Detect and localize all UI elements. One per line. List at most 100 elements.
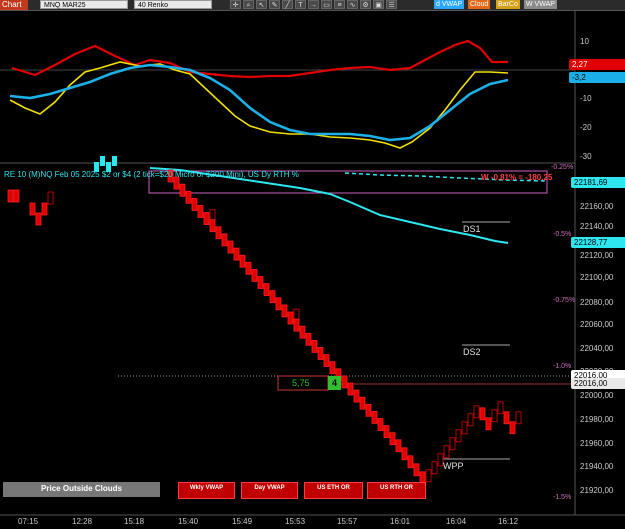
vwap-main-line [149,167,509,244]
price-label: 21960,00 [580,439,614,448]
renko-down-brick [359,396,366,410]
renko-down-brick [245,261,252,275]
line-icon[interactable]: ╱ [282,0,293,9]
renko-down-brick [185,190,192,204]
renko-down-brick [407,455,414,469]
osc-axis-m20: -20 [580,123,592,132]
renko-up-brick [431,461,438,475]
pct-level-15: -1.5% [553,494,572,501]
renko-up-brick [443,445,450,459]
wkly-vwap-button[interactable]: Wkly VWAP [178,482,235,499]
renko-down-brick [203,212,210,226]
oscillator-yellow-line [9,61,509,149]
chart-menu-button[interactable]: Chart [0,0,28,10]
time-label: 15:49 [232,517,253,526]
instrument-select[interactable]: MNQ MAR25 [40,0,128,9]
renko-down-brick [287,311,294,325]
renko-down-brick [239,254,246,268]
price-panel-header: RE 10 (M)NQ Feb 05 2025 $2 or $4 (2 tick… [4,170,299,179]
price-label: 22160,00 [580,202,614,211]
pointer-icon[interactable]: ↖ [256,0,267,9]
vwap-mid-tag: 22128,77 [571,237,625,248]
renko-down-brick [221,233,228,247]
renko-down-brick [191,197,198,211]
cloud-toggle[interactable]: Cloud [468,0,491,9]
fib-icon[interactable]: ≡ [334,0,345,9]
pct-level-025: -0.25% [551,164,574,171]
renko-down-brick [197,205,204,218]
renko-down-brick [317,347,324,360]
weekly-pct-tag: W -0.81% = -180.25 [481,173,553,182]
renko-up-brick [47,191,54,205]
text-icon[interactable]: T [295,0,306,9]
time-label: 15:18 [124,517,145,526]
osc-axis-10: 10 [580,37,589,46]
renko-down-brick [479,407,486,421]
price-label: 22000,00 [580,391,614,400]
renko-down-brick [509,421,516,435]
template-icon[interactable]: ▣ [373,0,384,9]
order-quantity[interactable]: 5,75 [292,378,310,388]
ds2-label: DS2 [463,347,481,357]
chart-canvas[interactable] [0,10,625,529]
renko-cyan-brick [100,156,105,166]
renko-down-brick [227,240,234,254]
crosshair-icon[interactable]: ✛ [230,0,241,9]
last-price-tag-2: 22016,00 [571,378,625,389]
renko-down-brick [263,283,270,297]
renko-up-brick [455,429,462,443]
renko-up-brick [449,437,456,451]
draw-icon[interactable]: ✎ [269,0,280,9]
renko-down-brick [341,375,348,389]
wpp-label: WPP [443,461,464,471]
time-label: 15:53 [285,517,306,526]
pct-level-075: -0.75% [553,297,576,304]
zoom-icon[interactable]: ⌕ [243,0,254,9]
w-vwap-toggle[interactable]: W VWAP [524,0,557,9]
renko-down-brick [383,425,390,439]
renko-down-brick [401,447,408,461]
properties-icon[interactable]: ☰ [386,0,397,9]
strategy-icon[interactable]: ⚙ [360,0,371,9]
renko-down-brick [329,361,336,375]
renko-down-brick [389,432,396,446]
renko-down-brick [347,382,354,396]
renko-down-brick [7,189,14,203]
price-label: 21940,00 [580,462,614,471]
us-rth-or-button[interactable]: US RTH OR [367,482,426,499]
osc-red-value-tag: 2,27 [569,59,625,70]
order-count[interactable]: 4 [332,378,337,388]
barco-toggle[interactable]: BarCo [496,0,520,9]
bar-type-select[interactable]: 40 Renko [134,0,212,9]
price-label: 22060,00 [580,320,614,329]
indicator-icon[interactable]: ∿ [347,0,358,9]
price-label: 22120,00 [580,251,614,260]
renko-down-brick [311,339,318,353]
day-vwap-button[interactable]: Day VWAP [241,482,298,499]
renko-down-brick [257,276,264,289]
renko-up-brick [425,469,432,483]
renko-down-brick [395,439,402,453]
renko-down-brick [353,389,360,403]
time-label: 07:15 [18,517,39,526]
pct-level-05: -0.5% [553,231,572,238]
ds1-label: DS1 [463,224,481,234]
renko-up-brick [461,421,468,435]
price-outside-clouds-button[interactable]: Price Outside Clouds [3,482,160,497]
renko-down-brick [371,410,378,424]
renko-down-brick [305,332,312,346]
pct-level-10: -1.0% [553,363,572,370]
ray-icon[interactable]: → [308,0,319,9]
renko-down-brick [233,247,240,261]
renko-down-brick [377,418,384,431]
renko-down-brick [13,189,20,203]
renko-down-brick [179,183,186,197]
time-label: 16:01 [390,517,411,526]
osc-axis-m10: -10 [580,94,592,103]
d-vwap-toggle[interactable]: d VWAP [434,0,465,9]
price-label: 21920,00 [580,486,614,495]
us-eth-or-button[interactable]: US ETH OR [304,482,363,499]
rectangle-icon[interactable]: ▭ [321,0,332,9]
renko-down-brick [293,318,300,332]
renko-bricks [7,156,522,485]
